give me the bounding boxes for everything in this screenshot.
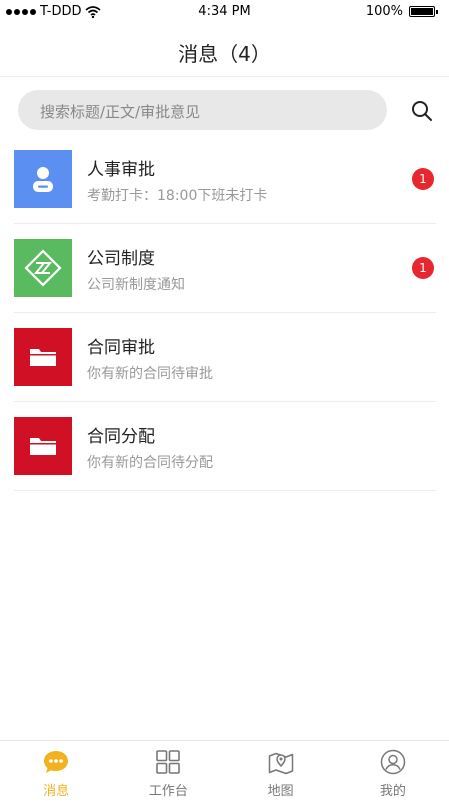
list-item[interactable]: 人事审批 考勤打卡：18:00下班未打卡 1 [14,135,436,224]
item-subtitle: 你有新的合同待审批 [87,366,213,382]
tab-messages[interactable]: 消息 [0,741,112,801]
tab-label: 地图 [267,784,294,799]
item-title: 人事审批 [87,160,155,180]
folder-icon [30,438,56,455]
item-subtitle: 你有新的合同待分配 [87,455,213,471]
battery-label: 100% [365,4,403,19]
page-title: 消息（4） [178,42,271,66]
item-subtitle: 公司新制度通知 [87,277,185,293]
chat-icon [44,751,69,773]
item-subtitle: 考勤打卡：18:00下班未打卡 [87,188,268,204]
tab-label: 工作台 [148,784,188,799]
search-input[interactable]: 搜索标题/正文/审批意见 [18,90,387,130]
status-bar: T-DDD 4:34 PM 100% [0,0,449,24]
logo-icon [24,249,62,287]
item-title: 合同分配 [87,427,155,447]
tab-profile[interactable]: 我的 [337,741,449,801]
tab-label: 消息 [43,784,70,799]
list-item[interactable]: 合同审批 你有新的合同待审批 [14,313,436,402]
nav-bar: 消息（4） [0,24,449,77]
unread-badge: 1 [412,257,434,279]
person-icon [33,167,53,192]
item-title: 合同审批 [87,338,155,358]
profile-icon [380,749,406,775]
contract-assign-thumb [14,417,72,475]
unread-badge: 1 [412,168,434,190]
contract-approval-thumb [14,328,72,386]
company-policy-thumb [14,239,72,297]
hr-approval-thumb [14,150,72,208]
battery-icon [409,6,438,17]
tab-map[interactable]: 地图 [225,741,337,801]
battery-status: 100% [365,4,438,19]
message-list: 人事审批 考勤打卡：18:00下班未打卡 1 公司制度 公司新制度通知 1 合同… [14,135,436,491]
tab-bar: 消息 工作台 地图 我的 [0,740,449,801]
search-placeholder: 搜索标题/正文/审批意见 [40,103,201,121]
tab-workbench[interactable]: 工作台 [112,741,224,801]
list-item[interactable]: 合同分配 你有新的合同待分配 [14,402,436,491]
grid-icon [156,750,181,774]
search-icon[interactable] [410,99,434,123]
list-item[interactable]: 公司制度 公司新制度通知 1 [14,224,436,313]
map-icon [268,752,293,775]
search-row: 搜索标题/正文/审批意见 [0,90,449,130]
tab-label: 我的 [379,784,406,799]
folder-icon [30,349,56,366]
item-title: 公司制度 [87,249,155,269]
